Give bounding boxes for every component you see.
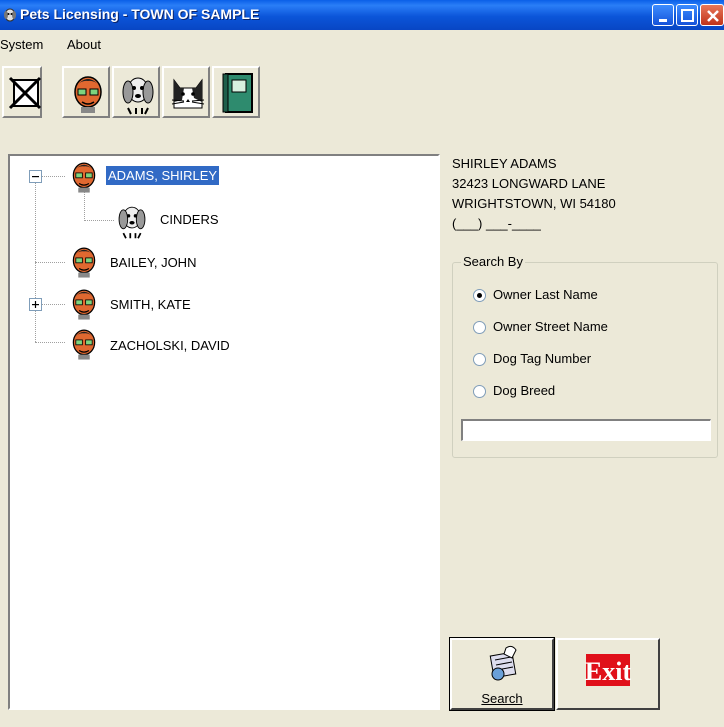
tree-connector xyxy=(35,262,65,263)
person-icon xyxy=(74,76,102,113)
expand-toggle[interactable] xyxy=(29,298,42,311)
radio-label: Dog Breed xyxy=(493,383,556,398)
radio-button[interactable] xyxy=(473,385,486,398)
radio-label: Owner Street Name xyxy=(493,319,608,334)
search-input[interactable] xyxy=(461,419,711,441)
tree-connector xyxy=(84,192,85,221)
person-icon xyxy=(66,326,102,362)
search-by-legend: Search By xyxy=(461,254,525,269)
menu-bar: System About xyxy=(0,34,724,54)
app-dog-icon xyxy=(2,6,18,22)
owner-details: SHIRLEY ADAMS 32423 LONGWARD LANE WRIGHT… xyxy=(452,154,616,234)
close-icon xyxy=(707,10,719,22)
plus-icon xyxy=(32,301,39,308)
maximize-icon xyxy=(681,9,694,22)
collapse-toggle[interactable] xyxy=(29,170,42,183)
person-icon xyxy=(66,159,102,195)
toolbar-owner-button[interactable] xyxy=(62,66,110,118)
tree-node-adams-shirley[interactable]: ADAMS, SHIRLEY xyxy=(106,166,220,185)
menu-about[interactable]: About xyxy=(67,37,101,52)
radio-button[interactable] xyxy=(473,289,486,302)
radio-label: Dog Tag Number xyxy=(493,351,592,366)
radio-label: Owner Last Name xyxy=(493,287,598,302)
tree-node-bailey-john[interactable]: BAILEY, JOHN xyxy=(108,253,198,272)
owner-name: SHIRLEY ADAMS xyxy=(452,156,557,171)
tree-node-cinders[interactable]: CINDERS xyxy=(158,210,221,229)
maximize-button[interactable] xyxy=(676,4,698,26)
search-document-icon xyxy=(489,645,517,681)
title-bar[interactable]: Pets Licensing - TOWN OF SAMPLE xyxy=(0,0,724,30)
minus-icon xyxy=(32,176,39,178)
minimize-icon xyxy=(659,19,667,22)
close-button[interactable] xyxy=(700,4,724,26)
menu-system[interactable]: System xyxy=(0,37,43,52)
tree-node-smith-kate[interactable]: SMITH, KATE xyxy=(108,295,193,314)
toolbar-close-button[interactable] xyxy=(2,66,42,118)
tree-node-zacholski-david[interactable]: ZACHOLSKI, DAVID xyxy=(108,336,232,355)
owner-tree-view[interactable]: ADAMS, SHIRLEY CINDERS BAILEY, JOHN SMIT… xyxy=(8,154,440,710)
person-icon xyxy=(66,244,102,280)
cat-icon xyxy=(171,78,205,109)
owner-city: WRIGHTSTOWN, WI 54180 xyxy=(452,196,616,211)
exit-sign-icon: Exit xyxy=(585,654,632,686)
dog-icon xyxy=(114,202,150,239)
tree-connector xyxy=(84,220,114,221)
close-x-icon xyxy=(8,76,42,110)
minimize-button[interactable] xyxy=(652,4,674,26)
exit-sign-text: Exit xyxy=(585,657,632,686)
owner-phone: (___) ___-____ xyxy=(452,216,541,231)
exit-button[interactable]: Exit xyxy=(556,638,660,710)
toolbar-book-button[interactable] xyxy=(212,66,260,118)
search-by-group: Search By Owner Last Name Owner Street N… xyxy=(452,254,718,458)
window-title: Pets Licensing - TOWN OF SAMPLE xyxy=(20,6,260,22)
book-icon xyxy=(222,73,253,113)
person-icon xyxy=(66,286,102,322)
toolbar-cat-button[interactable] xyxy=(162,66,210,118)
toolbar-dog-button[interactable] xyxy=(112,66,160,118)
radio-button[interactable] xyxy=(473,321,486,334)
owner-street: 32423 LONGWARD LANE xyxy=(452,176,606,191)
dog-icon xyxy=(122,77,154,115)
tree-connector xyxy=(35,342,65,343)
tree-connector xyxy=(35,176,36,342)
search-button-label: Search xyxy=(481,691,523,706)
radio-button[interactable] xyxy=(473,353,486,366)
search-button[interactable]: Search xyxy=(449,637,555,711)
